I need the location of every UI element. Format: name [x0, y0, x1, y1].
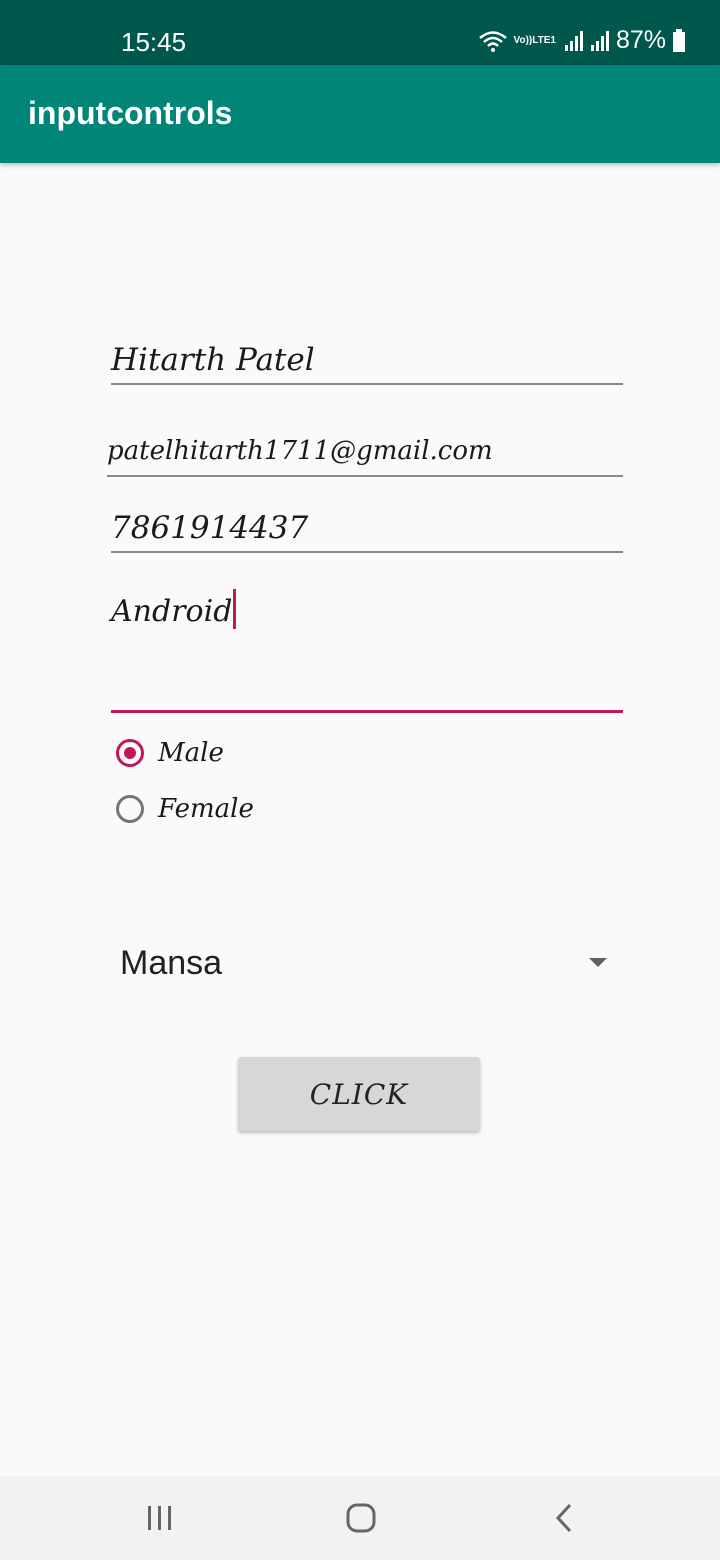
name-input-value: Hitarth Patel — [111, 342, 315, 378]
multiline-input-value: Android — [111, 594, 233, 629]
phone-input-underline — [111, 551, 623, 553]
recent-apps-button[interactable] — [100, 1476, 220, 1560]
status-icons: Vo)) LTE1 87% — [478, 26, 686, 55]
home-button[interactable] — [301, 1476, 421, 1560]
text-cursor — [233, 589, 237, 629]
volte-label-bottom: LTE1 — [532, 34, 556, 46]
radio-male[interactable]: Male — [116, 738, 224, 768]
multiline-input-underline — [111, 710, 623, 713]
app-title: inputcontrols — [28, 95, 233, 131]
status-time: 15:45 — [121, 27, 187, 57]
click-button[interactable]: CLICK — [238, 1057, 480, 1131]
radio-unchecked-icon — [116, 795, 144, 823]
radio-checked-icon — [116, 739, 144, 767]
radio-female[interactable]: Female — [116, 794, 254, 824]
dropdown-arrow-icon — [589, 958, 607, 967]
email-input-underline — [107, 475, 623, 477]
back-button[interactable] — [504, 1476, 624, 1560]
back-icon — [555, 1503, 572, 1533]
spinner-selected: Mansa — [120, 944, 223, 982]
signal-icon — [564, 30, 584, 52]
name-input[interactable]: Hitarth Patel — [111, 340, 623, 386]
email-input-value: patelhitarth1711@gmail.com — [107, 436, 493, 466]
nav-bar — [0, 1476, 720, 1560]
status-bar: 15:45 Vo)) LTE1 87% — [0, 0, 720, 65]
email-input[interactable]: patelhitarth1711@gmail.com — [107, 432, 623, 478]
phone-input[interactable]: 7861914437 — [111, 508, 623, 555]
app-bar: inputcontrols — [0, 65, 720, 163]
radio-female-label: Female — [158, 794, 254, 824]
signal-icon — [590, 30, 610, 52]
home-icon — [346, 1503, 376, 1533]
radio-male-label: Male — [158, 738, 224, 768]
recent-apps-icon — [148, 1506, 171, 1530]
volte-label-top: Vo)) — [513, 34, 533, 46]
volte-icon: Vo)) LTE1 — [513, 34, 556, 46]
battery-percent: 87% — [615, 26, 666, 54]
battery-icon — [672, 28, 686, 53]
wifi-icon — [478, 29, 508, 53]
city-spinner[interactable]: Mansa — [111, 930, 623, 1000]
phone-input-value: 7861914437 — [111, 510, 309, 546]
multiline-input[interactable]: Android — [111, 586, 623, 714]
name-input-underline — [111, 383, 623, 385]
